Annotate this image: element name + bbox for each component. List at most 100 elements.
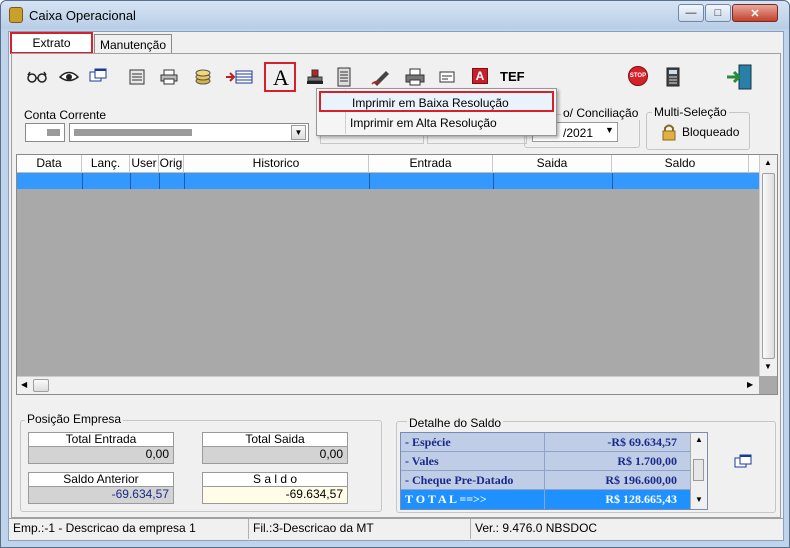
cheque-value: R$ 196.600,00 <box>605 473 677 487</box>
status-version: Ver.: 9.476.0 NBSDOC <box>475 521 598 535</box>
especie-label: - Espécie <box>401 433 545 452</box>
total-entrada-label: Total Entrada <box>28 432 174 446</box>
tab-manutencao[interactable]: Manutenção <box>94 34 172 54</box>
font-button[interactable]: A <box>264 62 296 92</box>
total-saida-label: Total Saida <box>202 432 348 446</box>
vertical-scrollbar[interactable]: ▲ ▼ <box>759 155 777 376</box>
vales-label: - Vales <box>401 452 545 471</box>
scroll-down-icon[interactable]: ▼ <box>764 362 772 371</box>
row-divider <box>159 173 160 189</box>
minimize-button[interactable]: — <box>678 4 704 22</box>
scroll-up-icon[interactable]: ▲ <box>764 158 772 167</box>
stop-label: STOP <box>629 73 647 79</box>
menu-item-low-res[interactable]: Imprimir em Baixa Resolução <box>319 91 554 112</box>
stamp-icon[interactable] <box>304 66 326 88</box>
chevron-down-icon: ▼ <box>605 125 614 135</box>
total-entrada-value: 0,00 <box>28 446 174 464</box>
scroll-down-icon[interactable]: ▼ <box>695 495 703 504</box>
position-label: Posição Empresa <box>25 412 124 426</box>
total-saida-value: 0,00 <box>202 446 348 464</box>
maximize-button[interactable]: □ <box>705 4 731 22</box>
close-icon: ✕ <box>750 7 760 20</box>
vales-value: R$ 1.700,00 <box>617 454 677 468</box>
tab-extrato[interactable]: Extrato <box>10 32 93 54</box>
red-a-icon[interactable]: A <box>472 68 488 84</box>
saldo-anterior-label: Saldo Anterior <box>28 472 174 486</box>
list-item: - Vales R$ 1.700,00 <box>401 452 697 471</box>
balance-detail-label: Detalhe do Saldo <box>407 416 504 430</box>
saldo-label: S a l d o <box>202 472 348 486</box>
scroll-up-icon[interactable]: ▲ <box>695 435 703 444</box>
cash-register-icon <box>9 7 23 23</box>
window-title: Caixa Operacional <box>29 8 136 23</box>
status-bar: Emp.:-1 - Descricao da empresa 1 Fil.:3-… <box>9 518 783 539</box>
especie-value: -R$ 69.634,57 <box>607 435 677 449</box>
col-entrada[interactable]: Entrada <box>369 155 493 173</box>
col-orig[interactable]: Orig <box>159 155 184 173</box>
saldo-anterior-value: -69.634,57 <box>28 486 174 504</box>
col-user[interactable]: User <box>130 155 159 173</box>
scroll-thumb[interactable] <box>762 173 775 359</box>
glasses-icon[interactable] <box>26 66 48 88</box>
account-code-field[interactable] <box>25 123 65 142</box>
col-saldo[interactable]: Saldo <box>612 155 749 173</box>
red-a-letter: A <box>475 69 485 83</box>
total-row: T O T A L ==>> R$ 128.665,43 <box>401 490 697 509</box>
col-historico[interactable]: Historico <box>184 155 369 173</box>
row-divider <box>369 173 370 189</box>
card-icon[interactable] <box>224 66 254 88</box>
scroll-left-icon[interactable]: ◀ <box>21 380 27 389</box>
exit-door-icon[interactable] <box>724 62 754 92</box>
print-alt-icon[interactable] <box>404 66 426 88</box>
status-filial: Fil.:3-Descricao da MT <box>249 519 471 539</box>
lock-icon <box>662 124 676 141</box>
status-empresa: Emp.:-1 - Descricao da empresa 1 <box>9 519 249 539</box>
calculator-grid-icon[interactable] <box>126 66 148 88</box>
total-label: T O T A L ==>> <box>401 490 545 509</box>
grid-header: Data Lanç. User Orig Historico Entrada S… <box>17 155 759 173</box>
blocked-button[interactable]: Bloqueado <box>662 122 742 144</box>
stop-sign-icon[interactable]: STOP <box>628 66 648 86</box>
server-icon[interactable] <box>333 66 355 88</box>
blocked-label: Bloqueado <box>682 125 740 139</box>
tef-button[interactable]: TEF <box>500 69 525 84</box>
horizontal-scrollbar[interactable]: ◀ ▶ <box>17 376 759 394</box>
account-label: Conta Corrente <box>24 108 107 122</box>
app-window: Caixa Operacional — □ ✕ Extrato Manutenç… <box>0 0 790 548</box>
card-reader-icon[interactable] <box>436 66 458 88</box>
minimize-icon: — <box>685 7 697 19</box>
saldo-value: -69.634,57 <box>202 486 348 504</box>
windows-icon[interactable] <box>734 454 754 474</box>
table-row[interactable] <box>17 173 759 189</box>
print-menu: Imprimir em Baixa Resolução Imprimir em … <box>316 88 557 136</box>
detail-scrollbar[interactable]: ▲ ▼ <box>690 433 707 509</box>
balance-detail-grid[interactable]: - Espécie -R$ 69.634,57 - Vales R$ 1.700… <box>400 432 708 510</box>
period-label: o/ Conciliação <box>561 106 641 120</box>
list-item: - Espécie -R$ 69.634,57 <box>401 433 697 452</box>
col-data[interactable]: Data <box>17 155 82 173</box>
row-divider <box>612 173 613 189</box>
list-item: - Cheque Pre-Datado R$ 196.600,00 <box>401 471 697 490</box>
scroll-right-icon[interactable]: ▶ <box>747 380 753 389</box>
col-saida[interactable]: Saida <box>493 155 612 173</box>
col-lanc[interactable]: Lanç. <box>82 155 130 173</box>
printer-icon[interactable] <box>158 66 180 88</box>
font-a-icon: A <box>273 65 289 90</box>
maximize-icon: □ <box>714 7 722 19</box>
pen-sign-icon[interactable] <box>370 66 392 88</box>
calculator-icon[interactable] <box>662 66 684 88</box>
close-button[interactable]: ✕ <box>732 4 778 22</box>
eye-icon[interactable] <box>58 66 80 88</box>
statement-grid[interactable]: Data Lanç. User Orig Historico Entrada S… <box>16 154 778 395</box>
total-value: R$ 128.665,43 <box>605 492 677 506</box>
scroll-thumb[interactable] <box>693 459 704 481</box>
title-bar[interactable]: Caixa Operacional — □ ✕ <box>1 1 789 29</box>
row-divider <box>184 173 185 189</box>
coin-stack-icon[interactable] <box>192 66 214 88</box>
windows-icon[interactable] <box>87 66 109 88</box>
menu-item-high-res[interactable]: Imprimir em Alta Resolução <box>319 113 554 134</box>
account-select[interactable]: ▼ <box>69 123 309 142</box>
hscroll-thumb[interactable] <box>33 379 49 392</box>
tab-manutencao-label: Manutenção <box>99 37 167 52</box>
chevron-down-icon[interactable]: ▼ <box>291 125 306 140</box>
